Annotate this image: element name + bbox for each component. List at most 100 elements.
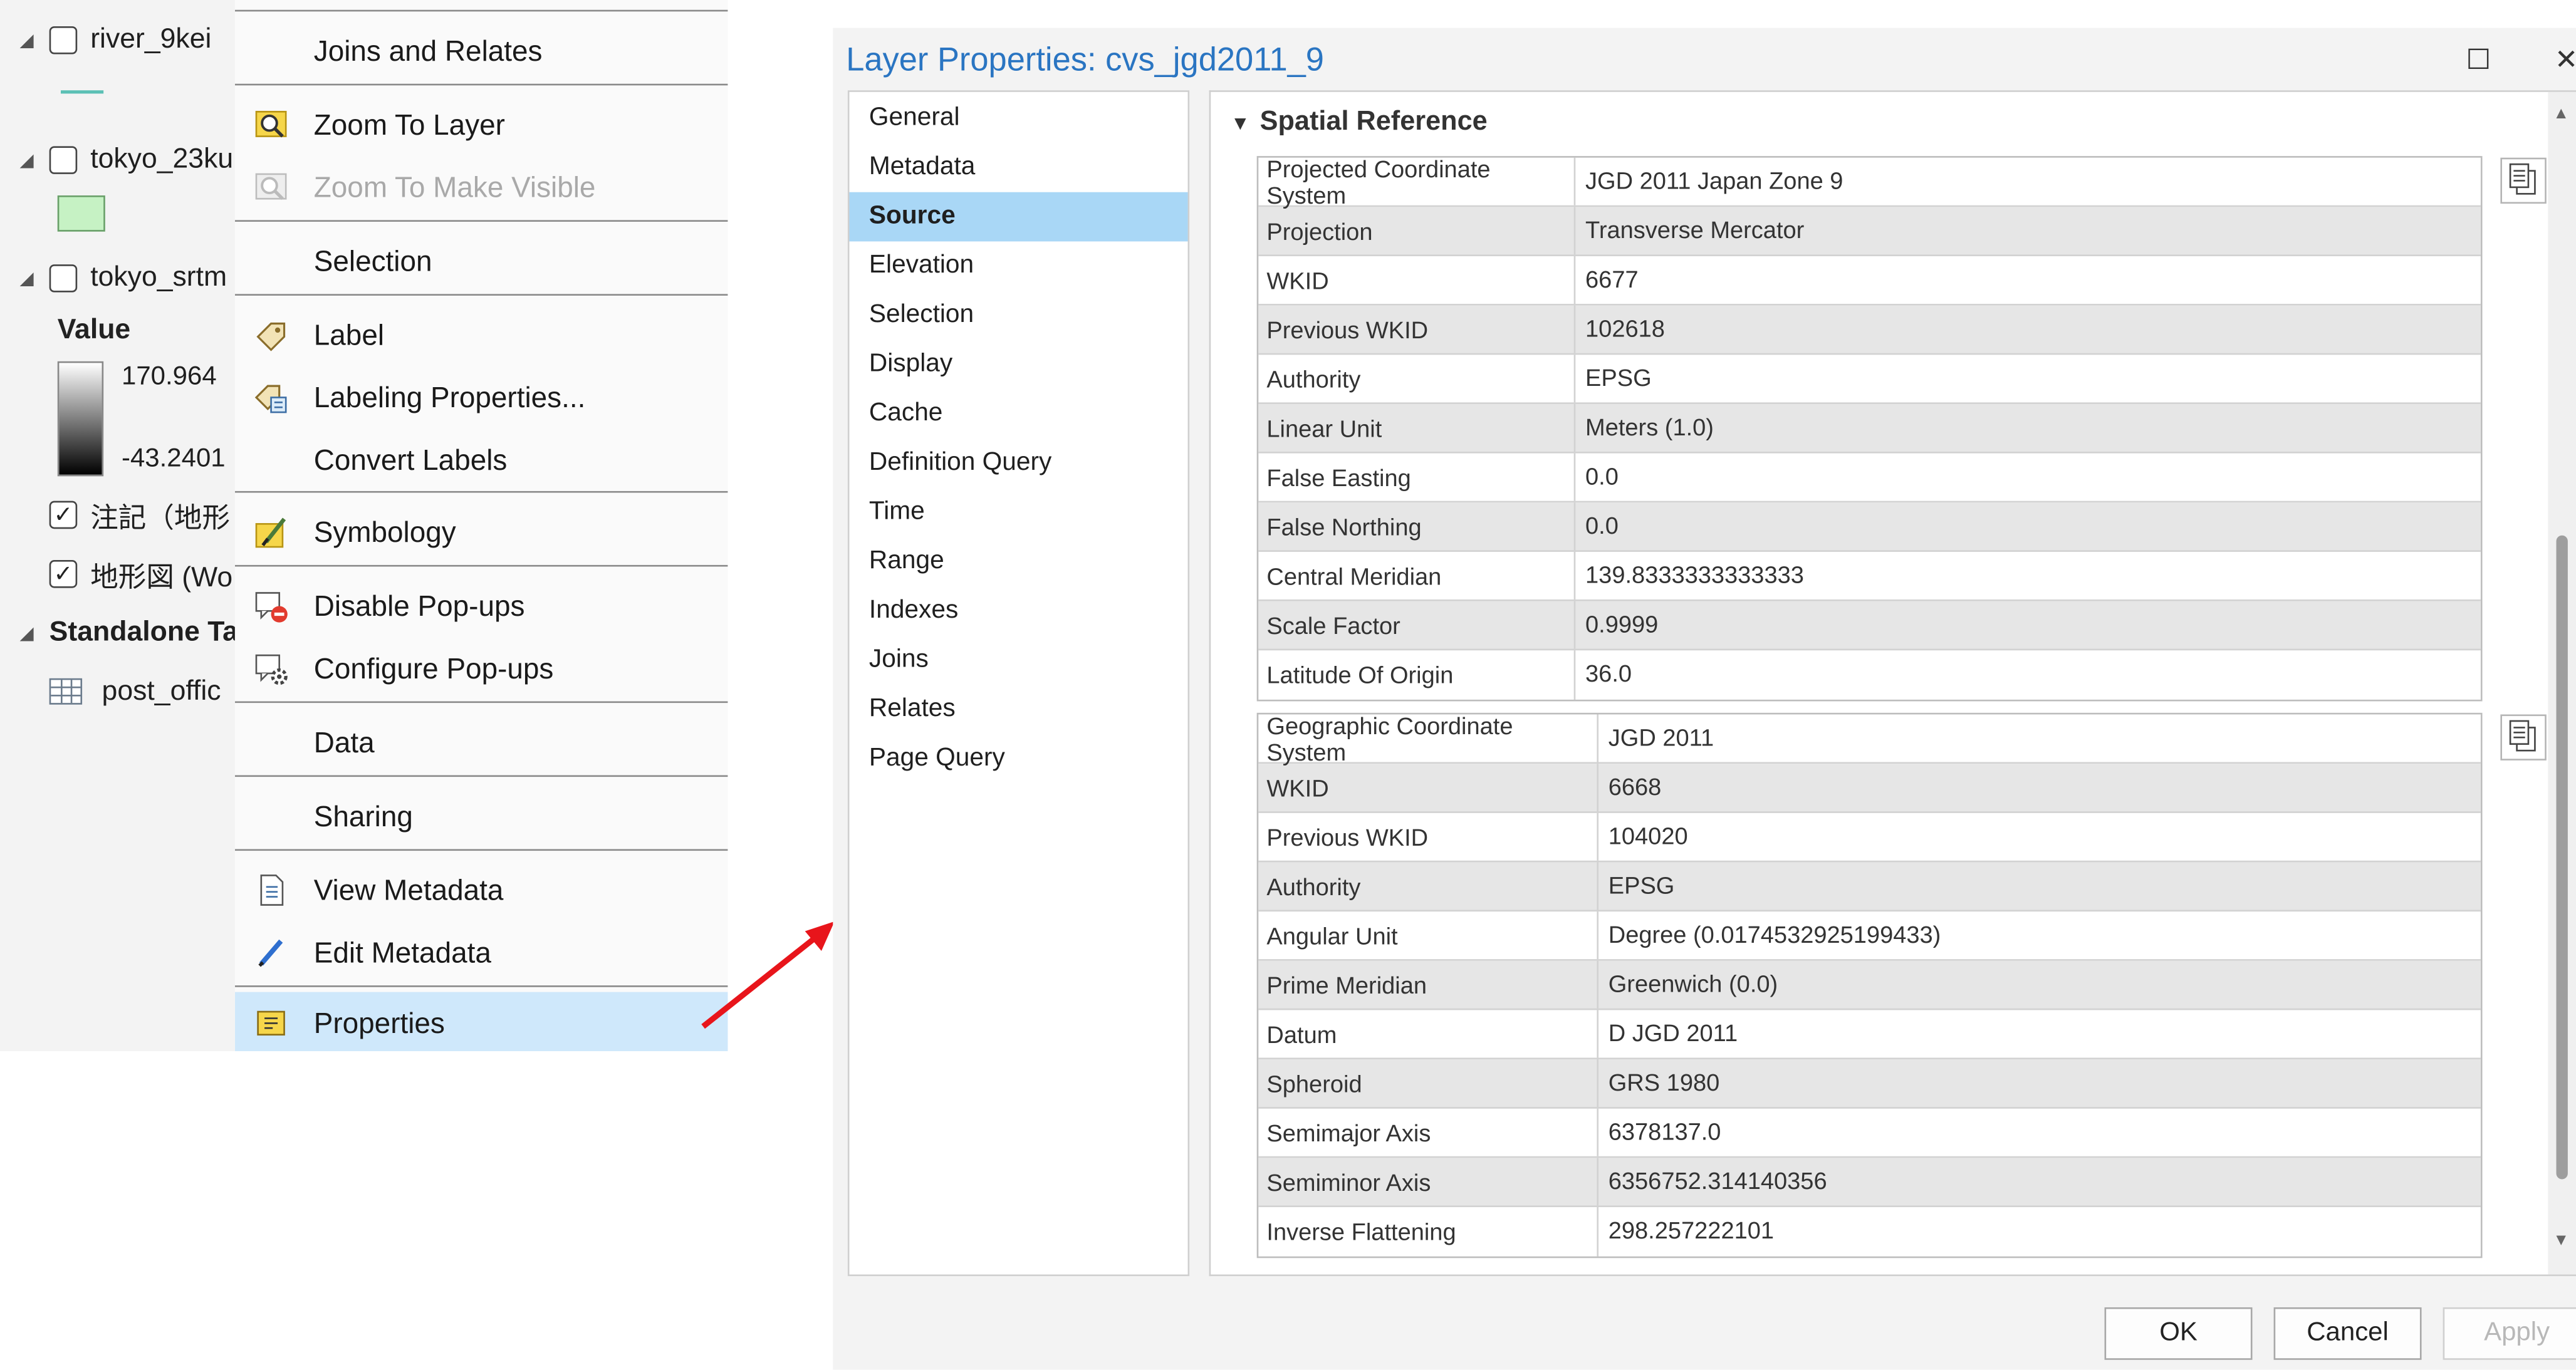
line-symbol-swatch: [61, 90, 104, 94]
menu-item-label: Data: [313, 725, 375, 758]
menu-item-view-metadata[interactable]: View Metadata: [235, 859, 728, 921]
property-name: Authority: [1258, 862, 1599, 910]
expand-caret-icon[interactable]: ◢: [19, 267, 36, 288]
table-row: Linear Unit Meters (1.0): [1258, 403, 2481, 454]
table-row: Latitude Of Origin 36.0: [1258, 650, 2481, 700]
menu-item-label: Symbology: [313, 514, 456, 548]
table-row: Prime Meridian Greenwich (0.0): [1258, 960, 2481, 1010]
property-value: 104020: [1608, 823, 1688, 850]
spatial-reference-section-header[interactable]: ▼ Spatial Reference: [1231, 106, 1488, 138]
category-item-cache[interactable]: Cache: [849, 389, 1187, 439]
scrollbar-thumb[interactable]: [2556, 535, 2568, 1180]
vertical-scrollbar[interactable]: ▲ ▼: [2548, 91, 2576, 1275]
table-row: Authority EPSG: [1258, 355, 2481, 404]
property-name: Previous WKID: [1258, 305, 1576, 353]
menu-item-labeling-properties[interactable]: Labeling Properties...: [235, 366, 728, 429]
menu-item-zoom-to-layer[interactable]: Zoom To Layer: [235, 93, 728, 156]
layer-name: 注記（地形: [90, 501, 231, 533]
menu-item-data[interactable]: Data: [235, 711, 728, 774]
layer-row-river[interactable]: ◢ river_9kei: [0, 16, 211, 62]
copy-projected-button[interactable]: [2500, 157, 2547, 204]
menu-item-zoom-to-make-visible[interactable]: Zoom To Make Visible: [235, 156, 728, 219]
category-item-relates[interactable]: Relates: [849, 685, 1187, 734]
standalone-tables-group[interactable]: ◢ Standalone Ta: [0, 610, 234, 655]
expand-caret-icon[interactable]: ◢: [19, 148, 36, 170]
category-item-joins[interactable]: Joins: [849, 636, 1187, 685]
layer-visibility-checkbox[interactable]: [49, 25, 78, 54]
menu-item-label: Zoom To Layer: [313, 107, 505, 141]
scroll-down-icon[interactable]: ▼: [2553, 1232, 2569, 1250]
menu-item-properties[interactable]: Properties: [234, 992, 728, 1051]
menu-item-joins-and-relates[interactable]: Joins and Relates: [235, 19, 728, 82]
category-item-display[interactable]: Display: [849, 340, 1187, 390]
category-item-range[interactable]: Range: [849, 537, 1187, 586]
layer-visibility-checkbox[interactable]: [49, 263, 78, 292]
category-label: Display: [868, 350, 953, 378]
category-item-source[interactable]: Source: [849, 192, 1188, 242]
menu-item-edit-metadata[interactable]: Edit Metadata: [235, 921, 728, 984]
property-name: Authority: [1258, 355, 1576, 403]
category-item-elevation[interactable]: Elevation: [849, 241, 1187, 291]
property-value: JGD 2011 Japan Zone 9: [1585, 168, 1843, 195]
apply-button[interactable]: Apply: [2443, 1307, 2576, 1360]
menu-item-disable-popups[interactable]: Disable Pop-ups: [235, 575, 728, 638]
layer-visibility-checkbox[interactable]: [49, 500, 78, 528]
zoom-to-visible-icon: [253, 169, 289, 205]
layer-row-tokyo-srtm[interactable]: ◢ tokyo_srtm: [0, 254, 227, 300]
basemap-annotation-row[interactable]: 注記（地形: [0, 491, 230, 537]
category-item-page-query[interactable]: Page Query: [849, 734, 1187, 784]
scroll-up-icon[interactable]: ▲: [2553, 105, 2569, 123]
layer-name: tokyo_srtm: [90, 261, 227, 293]
property-value: 298.257222101: [1608, 1218, 1775, 1245]
menu-item-selection[interactable]: Selection: [235, 230, 728, 293]
category-label: Source: [868, 202, 956, 231]
category-item-definition-query[interactable]: Definition Query: [849, 439, 1187, 488]
property-value: D JGD 2011: [1608, 1020, 1738, 1047]
chevron-down-icon[interactable]: ▼: [1231, 111, 1250, 134]
polygon-symbol-swatch: [57, 195, 105, 232]
projected-coordinate-system-table: Projected Coordinate System JGD 2011 Japa…: [1256, 156, 2483, 702]
expand-caret-icon[interactable]: ◢: [19, 621, 36, 643]
property-name: Projection: [1258, 207, 1576, 255]
property-value: EPSG: [1585, 365, 1652, 392]
pencil-icon: [253, 935, 289, 971]
property-value: 0.0: [1585, 464, 1619, 490]
property-value: 0.0: [1585, 513, 1619, 540]
standalone-table-row[interactable]: post_offic: [0, 668, 221, 714]
layer-visibility-checkbox[interactable]: [49, 145, 78, 174]
property-value: 36.0: [1585, 662, 1632, 688]
category-list: General Metadata Source Elevation Selection D…: [847, 90, 1190, 1277]
property-name: Spheroid: [1258, 1059, 1599, 1108]
property-value: JGD 2011: [1608, 725, 1714, 752]
expand-caret-icon[interactable]: ◢: [19, 29, 36, 50]
property-name: Previous WKID: [1258, 812, 1599, 861]
ok-button[interactable]: OK: [2104, 1307, 2253, 1360]
copy-geographic-button[interactable]: [2500, 714, 2547, 760]
category-item-metadata[interactable]: Metadata: [849, 143, 1187, 192]
source-content-panel: ▼ Spatial Reference Projected Coordinate…: [1209, 90, 2576, 1277]
basemap-topo-row[interactable]: 地形図 (Wo: [0, 550, 232, 596]
category-item-general[interactable]: General: [849, 93, 1187, 143]
table-row: Scale Factor 0.9999: [1258, 601, 2481, 651]
menu-item-configure-popups[interactable]: Configure Pop-ups: [235, 637, 728, 700]
ramp-min-label: -43.2401: [122, 445, 226, 474]
section-title: Spatial Reference: [1259, 106, 1488, 137]
category-item-selection[interactable]: Selection: [849, 291, 1187, 340]
cancel-button[interactable]: Cancel: [2273, 1307, 2422, 1360]
category-item-time[interactable]: Time: [849, 488, 1187, 537]
menu-item-sharing[interactable]: Sharing: [235, 785, 728, 848]
category-label: Elevation: [868, 251, 974, 279]
menu-item-label-features[interactable]: Label: [235, 304, 728, 366]
category-item-indexes[interactable]: Indexes: [849, 586, 1187, 636]
menu-item-label: Selection: [313, 244, 432, 277]
layer-visibility-checkbox[interactable]: [49, 559, 78, 588]
menu-item-symbology[interactable]: Symbology: [235, 501, 728, 564]
maximize-icon[interactable]: ☐: [2466, 44, 2491, 77]
dialog-title: Layer Properties: cvs_jgd2011_9: [846, 43, 1324, 79]
table-row: False Easting 0.0: [1258, 453, 2481, 503]
menu-item-convert-labels[interactable]: Convert Labels: [235, 428, 728, 491]
layer-row-tokyo-23ku[interactable]: ◢ tokyo_23ku: [0, 137, 233, 182]
category-label: General: [868, 103, 960, 132]
table-row: Inverse Flattening 298.257222101: [1258, 1207, 2481, 1257]
close-icon[interactable]: ✕: [2555, 44, 2576, 77]
